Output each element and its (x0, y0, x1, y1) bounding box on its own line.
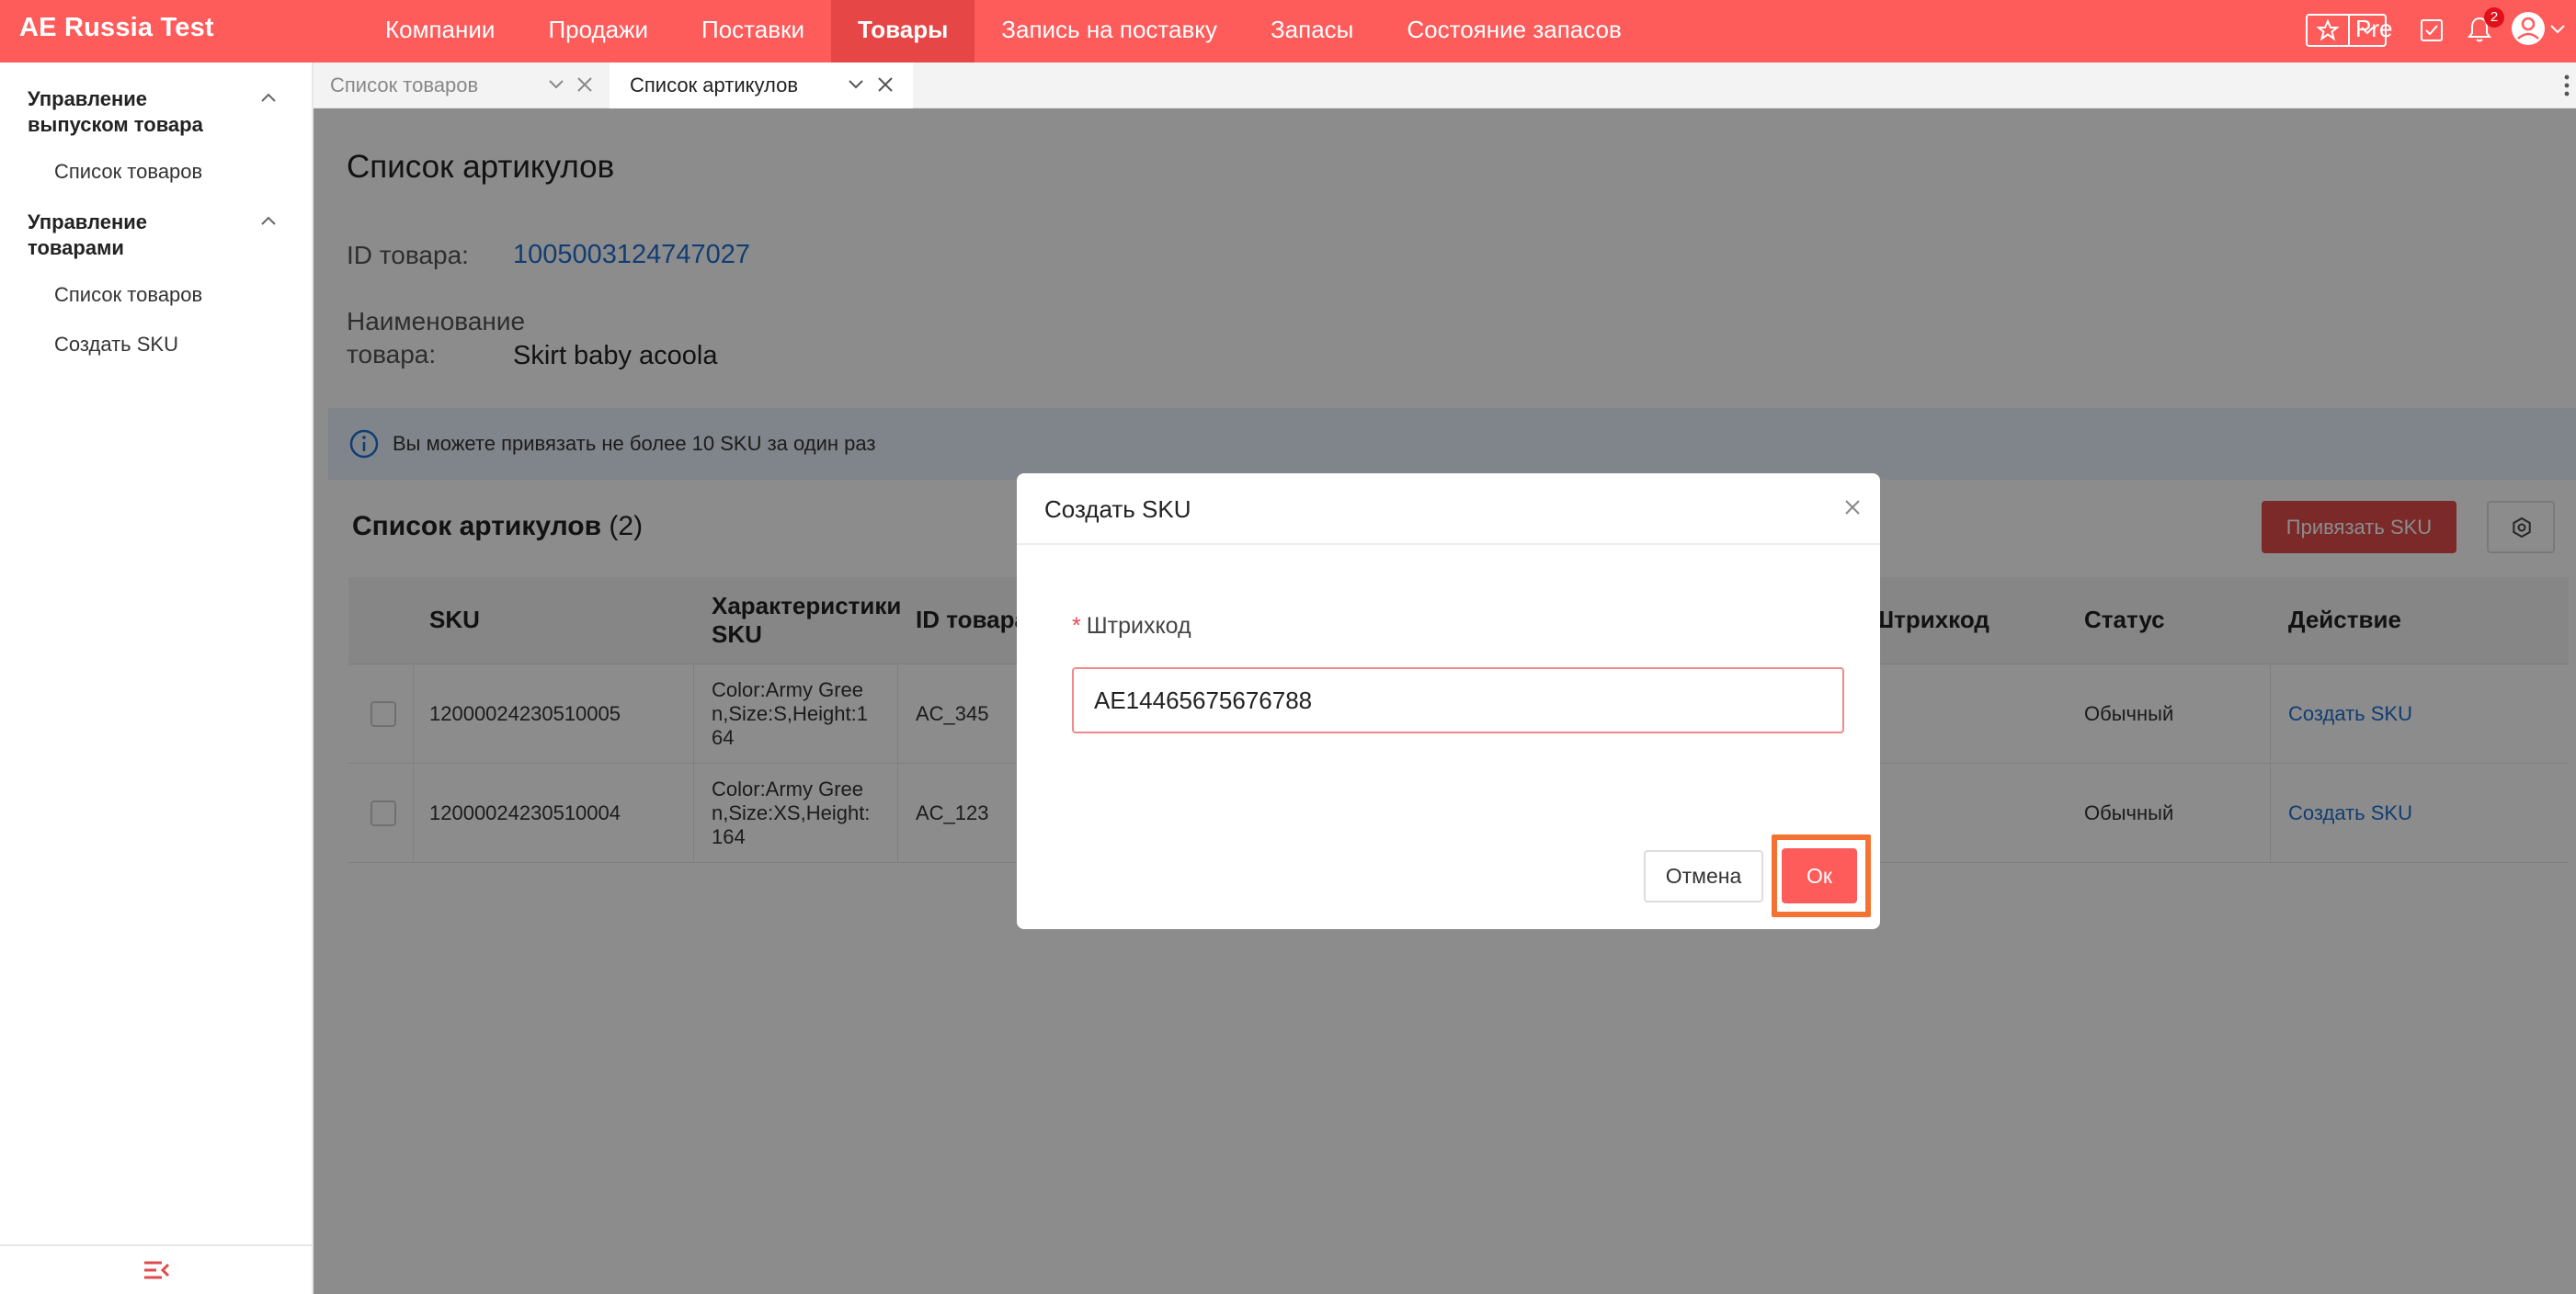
ok-button[interactable]: Ок (1782, 848, 1857, 903)
chevron-up-icon[interactable] (259, 92, 278, 105)
create-sku-dialog: Создать SKU *Штрихкод Отмена Ок (1017, 473, 1880, 929)
barcode-field-label: * Штрихкод (1072, 613, 1191, 640)
cancel-button[interactable]: Отмена (1644, 850, 1763, 902)
favorites-dropdown[interactable] (2306, 0, 2388, 62)
nav-item-supplies[interactable]: Поставки (675, 0, 831, 62)
sidebar-item-create-sku[interactable]: Создать SKU (54, 333, 178, 357)
sidebar-item-product-list-release[interactable]: Список товаров (54, 160, 202, 184)
nav-item-sales[interactable]: Продажи (521, 0, 675, 62)
nav-item-stock-status[interactable]: Состояние запасов (1380, 0, 1647, 62)
sidebar-group-release-management[interactable]: Управление выпуском товара (28, 86, 239, 138)
barcode-label-text: Штрихкод (1086, 613, 1191, 639)
sidebar: Управление выпуском товара Список товаро… (0, 62, 313, 1294)
tasks-icon[interactable] (2418, 17, 2445, 44)
user-menu[interactable] (2508, 9, 2572, 51)
sidebar-footer (0, 1244, 313, 1294)
chevron-down-icon[interactable] (547, 77, 565, 92)
nav-item-supply-booking[interactable]: Запись на поставку (975, 0, 1244, 62)
sidebar-group-product-management[interactable]: Управление товарами (28, 210, 239, 261)
main-nav: Компании Продажи Поставки Товары Запись … (359, 0, 1648, 62)
chevron-down-icon (2361, 27, 2374, 35)
close-icon[interactable] (1839, 494, 1866, 521)
nav-item-companies[interactable]: Компании (359, 0, 521, 62)
dialog-header: Создать SKU (1017, 473, 1880, 545)
more-vertical-icon[interactable] (2562, 72, 2571, 99)
nav-item-products[interactable]: Товары (830, 0, 975, 62)
tab-sku-list[interactable]: Список артикулов (610, 62, 913, 108)
dialog-title: Создать SKU (1044, 495, 1191, 523)
chevron-up-icon[interactable] (259, 215, 278, 228)
close-icon[interactable] (876, 75, 895, 94)
required-marker: * (1072, 613, 1081, 639)
star-icon (2316, 18, 2340, 41)
sidebar-group-title: Управление выпуском товара (28, 87, 203, 136)
notification-badge: 2 (2484, 7, 2504, 28)
chevron-down-icon[interactable] (847, 77, 865, 92)
tab-label: Список товаров (330, 74, 479, 96)
page-tabs-bar: Список товаров Список артикулов (313, 62, 2576, 108)
tab-label: Список артикулов (630, 74, 799, 96)
favorites-group (2306, 0, 2388, 67)
barcode-input[interactable] (1072, 667, 1844, 733)
close-icon[interactable] (576, 75, 594, 94)
sidebar-group-title: Управление товарами (28, 210, 148, 259)
collapse-menu-icon[interactable] (142, 1257, 171, 1283)
nav-item-stocks[interactable]: Запасы (1244, 0, 1380, 62)
chevron-down-icon (2550, 25, 2565, 34)
tab-product-list[interactable]: Список товаров (313, 62, 608, 108)
app-title[interactable]: AE Russia Test (19, 13, 214, 43)
top-navigation-bar: AE Russia Test Компании Продажи Поставки… (0, 0, 2576, 62)
sidebar-item-product-list[interactable]: Список товаров (54, 283, 202, 307)
